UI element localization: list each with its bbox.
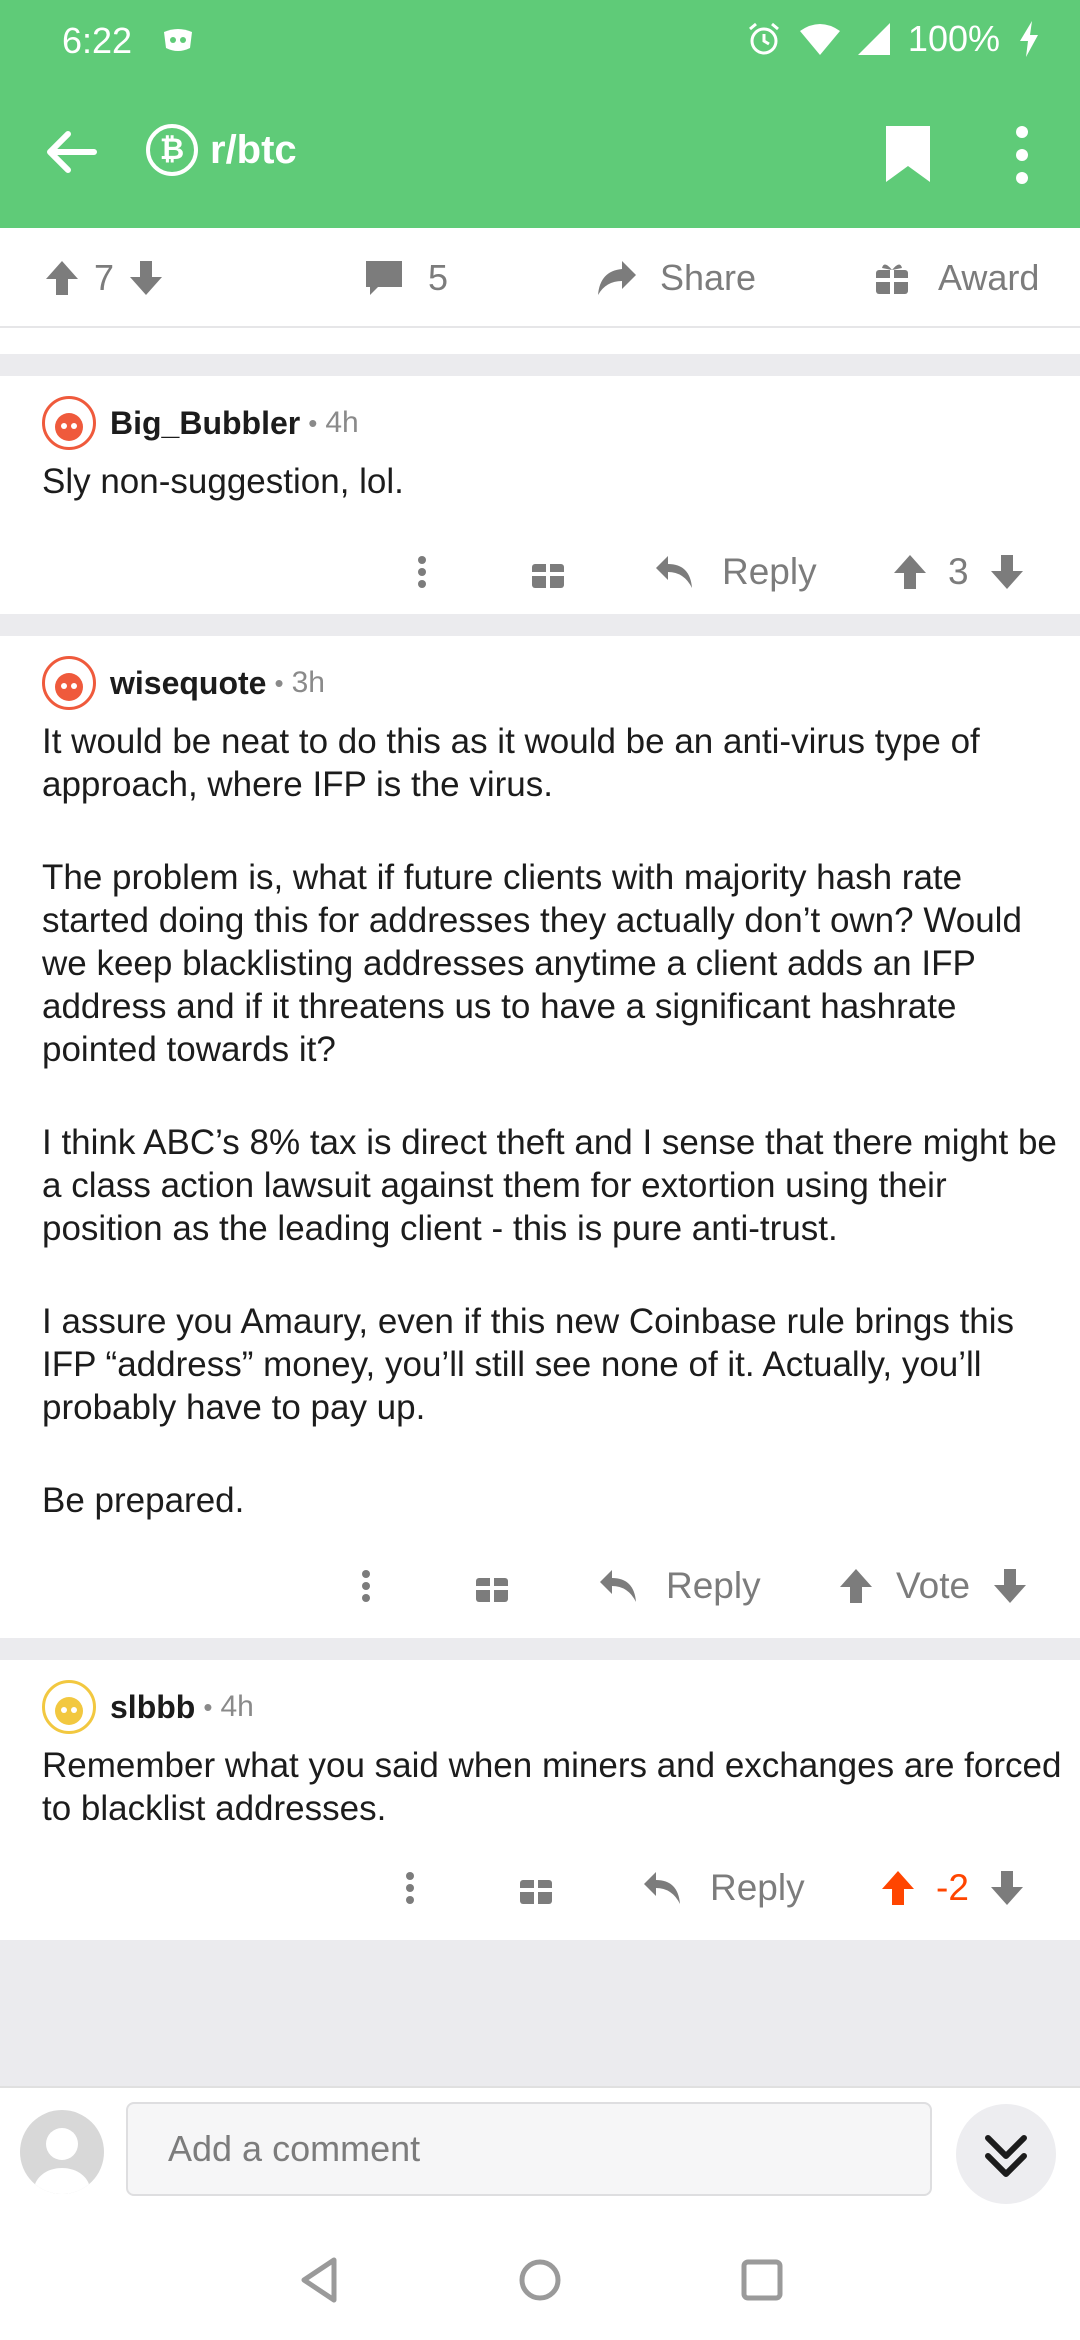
avatar[interactable] [42, 656, 96, 710]
comment-paragraph: I think ABC’s 8% tax is direct theft and… [42, 1123, 1057, 1248]
comment-bubble-icon [366, 261, 402, 295]
double-chevron-down-icon [985, 2135, 1027, 2177]
downvote-icon[interactable] [989, 1869, 1025, 1907]
comment-vote-control: 3 [892, 542, 1025, 602]
comment-username[interactable]: slbbb [110, 1689, 195, 1726]
reply-button[interactable]: Reply [598, 1556, 761, 1616]
avatar[interactable] [42, 1680, 96, 1734]
recents-square-icon[interactable] [732, 2250, 792, 2310]
status-bar: 6:22 100% [0, 0, 1080, 80]
comments-count-button[interactable]: 5 [364, 250, 448, 306]
share-arrow-icon [598, 261, 636, 295]
wifi-icon [799, 24, 840, 55]
add-comment-input[interactable]: Add a comment [126, 2102, 932, 2196]
charging-icon [1020, 21, 1038, 57]
comment-paragraph: I assure you Amaury, even if this new Co… [42, 1302, 1015, 1427]
post-vote-control: 7 [44, 250, 164, 306]
downvote-icon[interactable] [989, 553, 1025, 591]
comment-body: Sly non-suggestion, lol. [42, 460, 1062, 503]
reply-icon [600, 1570, 636, 1602]
upvote-icon[interactable] [892, 553, 928, 591]
user-avatar[interactable] [20, 2110, 104, 2194]
comment-composer: Add a comment [0, 2086, 1080, 2222]
gift-icon [876, 264, 908, 294]
comment-body: Remember what you said when miners and e… [42, 1744, 1062, 1830]
gift-icon[interactable] [518, 1858, 554, 1918]
comment-actions: Reply -2 [0, 1858, 1080, 1918]
comment-vote-control: Vote [838, 1556, 1028, 1616]
empty-space [0, 1940, 1080, 2086]
app-bar: ₿ r/btc [0, 80, 1080, 228]
upvote-icon[interactable] [880, 1869, 916, 1907]
share-label: Share [660, 257, 757, 298]
reply-label: Reply [722, 551, 817, 592]
more-options-icon[interactable] [356, 1556, 376, 1616]
game-controller-icon [164, 29, 192, 51]
subreddit-title[interactable]: r/btc [210, 128, 297, 173]
reply-button[interactable]: Reply [642, 1858, 805, 1918]
comment-item: slbbb • 4h Remember what you said when m… [0, 1660, 1080, 1940]
reply-icon [644, 1872, 680, 1904]
upvote-icon[interactable] [838, 1567, 874, 1605]
more-options-icon[interactable] [412, 542, 432, 602]
comment-score: Vote [896, 1565, 971, 1606]
cellular-signal-icon [857, 23, 890, 55]
separator-dot: • [274, 667, 284, 698]
more-options-icon[interactable] [1000, 120, 1044, 190]
status-time: 6:22 [62, 20, 133, 61]
reply-icon [656, 556, 692, 588]
section-divider [0, 354, 1080, 376]
comment-score: 3 [948, 551, 969, 592]
battery-percent: 100% [907, 18, 1000, 59]
comment-username[interactable]: wisequote [110, 665, 266, 702]
comment-item: Big_Bubbler • 4h Sly non-suggestion, lol… [0, 376, 1080, 614]
comment-text: Sly non-suggestion, lol. [42, 462, 404, 501]
comment-time: 4h [325, 406, 359, 439]
back-triangle-icon[interactable] [290, 2250, 350, 2310]
comment-text: Remember what you said when miners and e… [42, 1746, 1062, 1828]
comment-vote-control: -2 [880, 1858, 1025, 1918]
upvote-icon[interactable] [44, 259, 80, 297]
comment-header: Big_Bubbler • 4h [42, 396, 359, 450]
comment-actions: Reply 3 [0, 542, 1080, 602]
award-button[interactable]: Award [874, 250, 1039, 306]
separator-dot: • [203, 1691, 213, 1722]
comment-paragraph: It would be neat to do this as it would … [42, 722, 980, 804]
comment-score: -2 [936, 1867, 969, 1908]
section-divider [0, 1638, 1080, 1660]
reply-label: Reply [666, 1565, 761, 1606]
gift-icon[interactable] [530, 542, 566, 602]
comment-time: 4h [220, 1690, 254, 1723]
reply-label: Reply [710, 1867, 805, 1908]
comment-actions: Reply Vote [0, 1556, 1080, 1616]
reply-button[interactable]: Reply [654, 542, 817, 602]
system-nav-bar [0, 2220, 1080, 2340]
comment-paragraph: The problem is, what if future clients w… [42, 858, 1022, 1069]
comment-header: wisequote • 3h [42, 656, 325, 710]
comment-time: 3h [291, 666, 325, 699]
comment-item: wisequote • 3h It would be neat to do th… [0, 636, 1080, 1638]
subreddit-icon[interactable]: ₿ [146, 124, 198, 176]
comment-username[interactable]: Big_Bubbler [110, 405, 300, 442]
bookmark-icon[interactable] [882, 122, 934, 186]
share-button[interactable]: Share [596, 250, 756, 306]
jump-next-button[interactable] [956, 2104, 1056, 2204]
more-options-icon[interactable] [400, 1858, 420, 1918]
home-circle-icon[interactable] [510, 2250, 570, 2310]
gift-icon[interactable] [474, 1556, 510, 1616]
downvote-icon[interactable] [128, 259, 164, 297]
alarm-icon [748, 22, 779, 55]
section-divider [0, 614, 1080, 636]
comment-header: slbbb • 4h [42, 1680, 254, 1734]
post-score: 7 [94, 257, 115, 298]
back-arrow-icon[interactable] [40, 120, 104, 184]
avatar[interactable] [42, 396, 96, 450]
separator-dot: • [308, 407, 318, 438]
post-actions-bar: 7 5 Share Award [0, 228, 1080, 328]
comment-paragraph: Be prepared. [42, 1481, 245, 1520]
downvote-icon[interactable] [992, 1567, 1028, 1605]
comments-count: 5 [428, 257, 449, 298]
comment-body: It would be neat to do this as it would … [42, 720, 1062, 1522]
award-label: Award [938, 257, 1040, 298]
